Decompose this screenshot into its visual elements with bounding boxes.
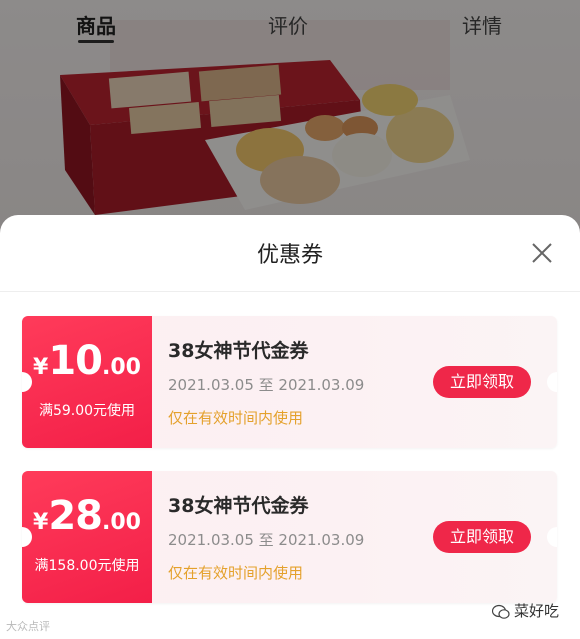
close-icon[interactable] <box>528 239 556 267</box>
amount-decimal: .00 <box>102 510 141 535</box>
watermark-right: 菜好吃 <box>492 600 559 621</box>
coupon-condition: 满59.00元使用 <box>38 403 136 419</box>
coupon-value-panel: ¥10.00 满59.00元使用 <box>22 316 152 448</box>
amount-integer: 10 <box>48 338 103 384</box>
currency-symbol: ¥ <box>33 510 49 535</box>
coupon-card: ¥10.00 满59.00元使用 38女神节代金券 2021.03.05 至 2… <box>22 316 557 448</box>
coupon-date-range: 2021.03.05 至 2021.03.09 <box>168 376 365 394</box>
wechat-icon <box>492 604 510 619</box>
claim-button[interactable]: 立即领取 <box>433 521 531 553</box>
amount-integer: 28 <box>48 493 103 539</box>
watermark-right-label: 菜好吃 <box>514 602 560 620</box>
coupon-amount: ¥28.00 <box>22 493 152 539</box>
coupon-notch-right <box>547 372 557 392</box>
coupon-name: 38女神节代金券 <box>168 495 309 517</box>
coupon-sheet: 优惠券 ¥10.00 满59.00元使用 38女神节代金券 2021.03.05… <box>0 215 580 639</box>
amount-decimal: .00 <box>102 355 141 380</box>
coupon-note: 仅在有效时间内使用 <box>168 564 304 582</box>
coupon-amount: ¥10.00 <box>22 338 152 384</box>
coupon-date-range: 2021.03.05 至 2021.03.09 <box>168 531 365 549</box>
coupon-note: 仅在有效时间内使用 <box>168 409 304 427</box>
claim-button[interactable]: 立即领取 <box>433 366 531 398</box>
coupon-condition: 满158.00元使用 <box>34 558 140 574</box>
divider <box>0 291 580 292</box>
coupon-name: 38女神节代金券 <box>168 340 309 362</box>
coupon-value-panel: ¥28.00 满158.00元使用 <box>22 471 152 603</box>
currency-symbol: ¥ <box>33 355 49 380</box>
sheet-title: 优惠券 <box>256 243 323 268</box>
coupon-card: ¥28.00 满158.00元使用 38女神节代金券 2021.03.05 至 … <box>22 471 557 603</box>
watermark-left: 大众点评 <box>6 620 50 633</box>
coupon-notch-right <box>547 527 557 547</box>
